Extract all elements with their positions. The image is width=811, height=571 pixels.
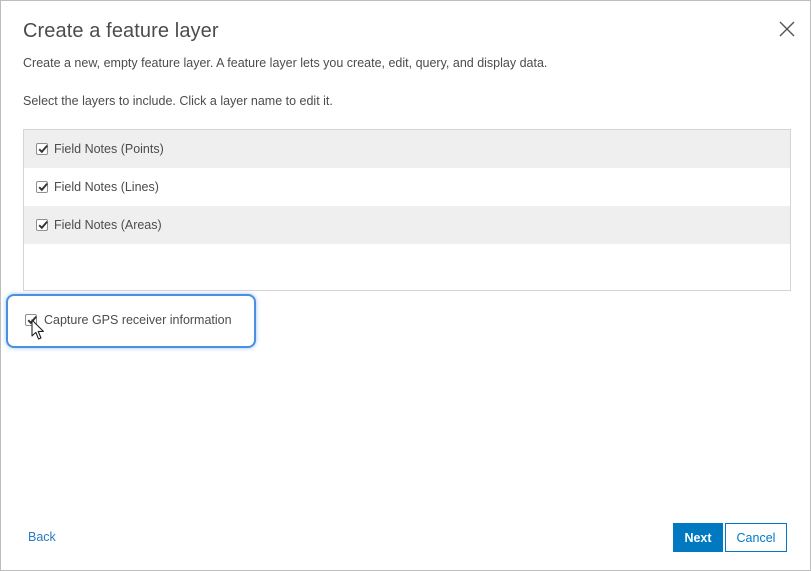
layer-list: Field Notes (Points) Field Notes (Lines)… (23, 129, 791, 291)
layer-name-points[interactable]: Field Notes (Points) (54, 142, 164, 156)
checkmark-icon (38, 220, 48, 230)
dialog-instruction: Select the layers to include. Click a la… (23, 94, 333, 108)
cancel-button[interactable]: Cancel (725, 523, 787, 552)
close-button[interactable] (776, 18, 798, 40)
layer-checkbox-points[interactable] (36, 143, 48, 155)
gps-option[interactable]: Capture GPS receiver information (25, 313, 232, 327)
layer-item-lines[interactable]: Field Notes (Lines) (24, 168, 790, 206)
layer-item-areas[interactable]: Field Notes (Areas) (24, 206, 790, 244)
create-feature-layer-dialog: Create a feature layer Create a new, emp… (0, 0, 811, 571)
dialog-description: Create a new, empty feature layer. A fea… (23, 56, 548, 70)
gps-option-label[interactable]: Capture GPS receiver information (44, 313, 232, 327)
next-button[interactable]: Next (673, 523, 723, 552)
checkmark-icon (38, 182, 48, 192)
layer-name-lines[interactable]: Field Notes (Lines) (54, 180, 159, 194)
layer-item-points[interactable]: Field Notes (Points) (24, 130, 790, 168)
layer-checkbox-lines[interactable] (36, 181, 48, 193)
dialog-title: Create a feature layer (23, 20, 219, 42)
checkmark-icon (27, 315, 37, 325)
gps-checkbox[interactable] (25, 314, 37, 326)
layer-checkbox-areas[interactable] (36, 219, 48, 231)
checkmark-icon (38, 144, 48, 154)
close-icon (779, 21, 795, 37)
back-link[interactable]: Back (28, 530, 56, 544)
layer-name-areas[interactable]: Field Notes (Areas) (54, 218, 162, 232)
